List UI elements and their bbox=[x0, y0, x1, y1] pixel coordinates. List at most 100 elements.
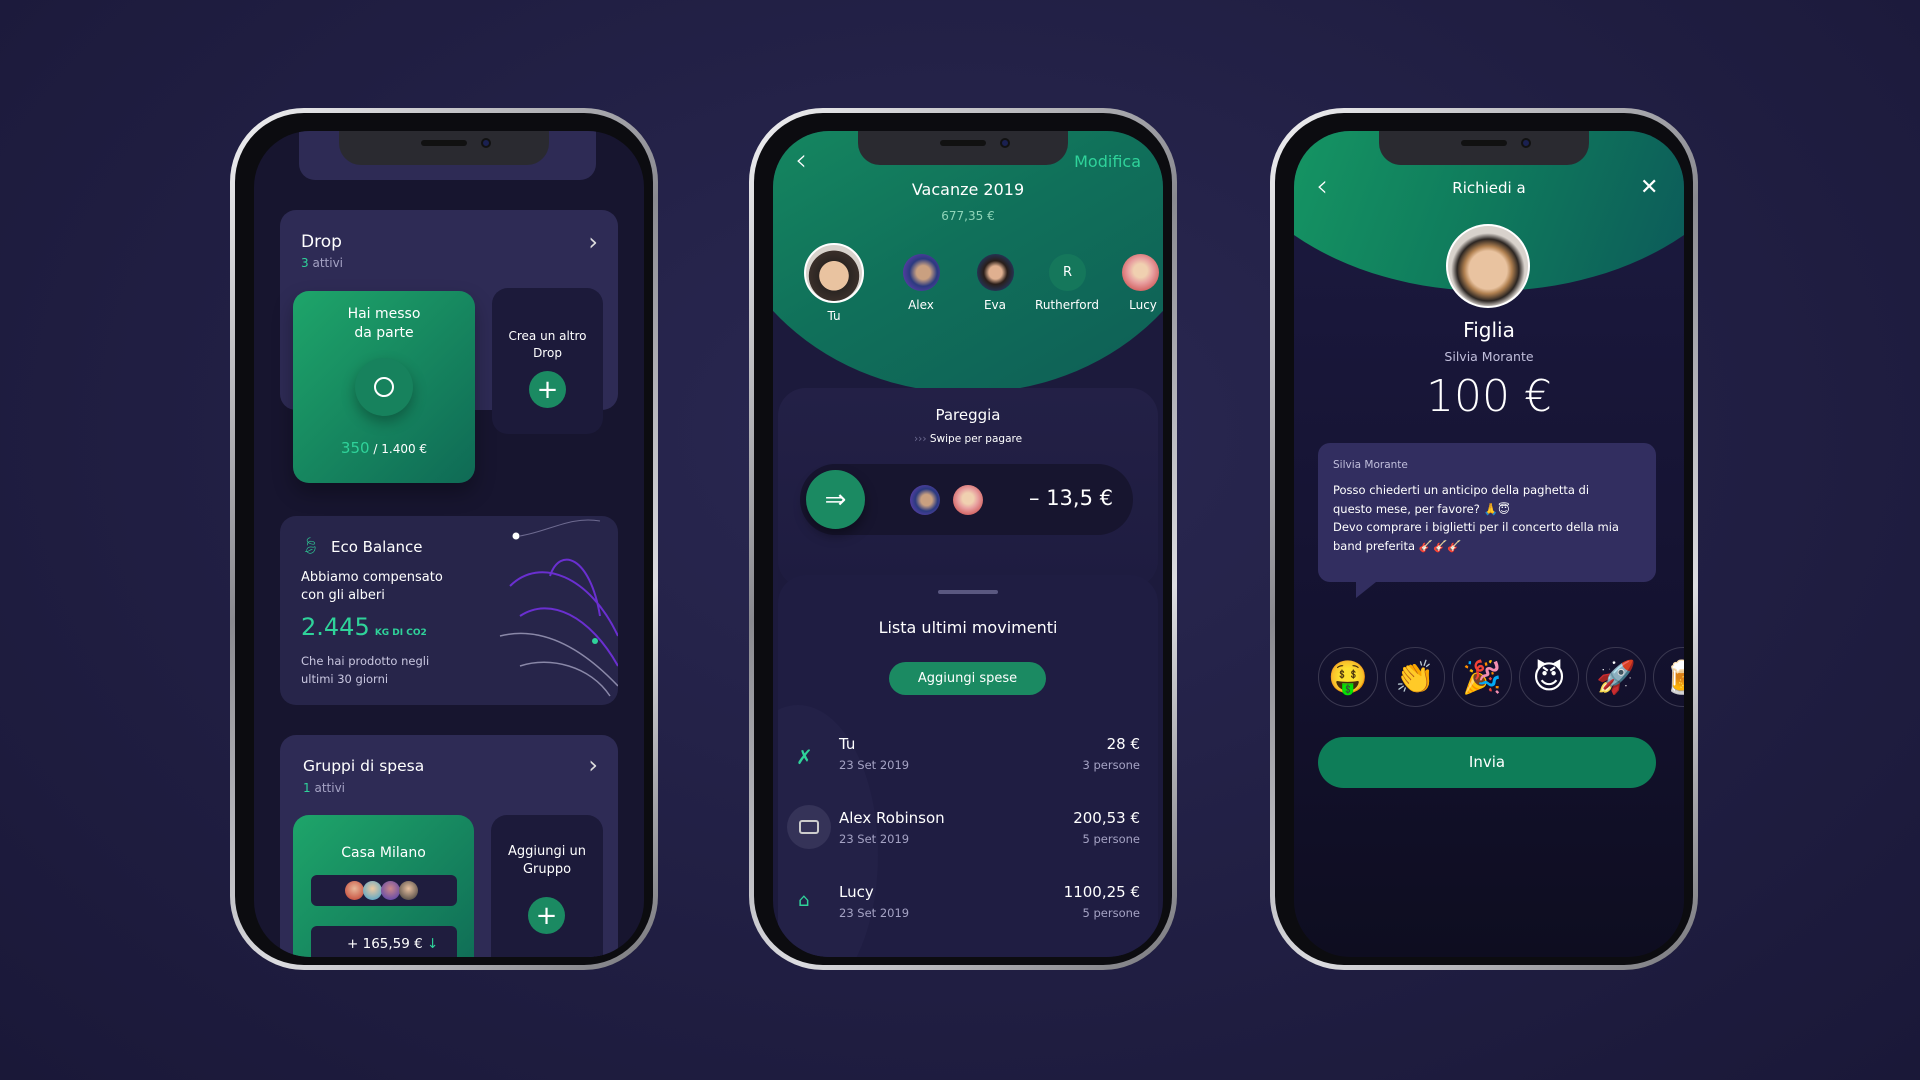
groups-count-label: attivi bbox=[314, 781, 346, 795]
add-group-card[interactable]: Aggiungi un Gruppo + bbox=[491, 815, 603, 957]
movement-people: 5 persone bbox=[1082, 906, 1140, 920]
card-icon bbox=[787, 805, 831, 849]
avatar-lucy[interactable] bbox=[1122, 254, 1159, 291]
avatar bbox=[363, 881, 382, 900]
group-card-casa-milano[interactable]: Casa Milano + 165,59 € ↓ bbox=[293, 815, 474, 957]
notch bbox=[858, 131, 1068, 165]
message-line: Posso chiederti un anticipo della paghet… bbox=[1333, 483, 1590, 497]
member-name: Rutherford bbox=[1035, 298, 1099, 312]
progress-ring-icon[interactable] bbox=[355, 358, 413, 416]
groups-count: 1 bbox=[303, 781, 311, 795]
avatar-rutherford[interactable]: R bbox=[1049, 254, 1086, 291]
movement-date: 23 Set 2019 bbox=[839, 758, 910, 772]
request-amount: 100 € bbox=[1426, 371, 1552, 422]
avatar-alex[interactable] bbox=[903, 254, 940, 291]
movement-name: Alex Robinson bbox=[839, 809, 945, 827]
leaf-icon: 🍃︎ bbox=[300, 536, 321, 555]
member-name: Tu bbox=[827, 309, 841, 323]
movement-amount: 200,53 € bbox=[1073, 809, 1140, 827]
add-group-line-1: Aggiungi un bbox=[508, 844, 586, 859]
drop-count: 3 bbox=[301, 256, 309, 270]
drag-handle[interactable] bbox=[938, 590, 998, 594]
reaction-devil[interactable]: 😈 bbox=[1519, 647, 1579, 707]
send-button[interactable]: Invia bbox=[1318, 737, 1656, 788]
message-line: questo mese, per favore? 🙏😇 bbox=[1333, 501, 1510, 516]
edit-button[interactable]: Modifica bbox=[1074, 152, 1141, 171]
groups-title: Gruppi di spesa bbox=[303, 757, 425, 775]
settle-title: Pareggia bbox=[935, 406, 1001, 424]
avatar bbox=[381, 881, 400, 900]
movement-amount: 1100,25 € bbox=[1063, 883, 1140, 901]
eco-foot-1: Che hai prodotto negli bbox=[301, 654, 430, 668]
chevron-right-icon[interactable]: › bbox=[588, 228, 598, 256]
settle-card: Pareggia ››› Swipe per pagare ⇒ – 13,5 € bbox=[778, 388, 1158, 588]
bubble-tail bbox=[1356, 582, 1376, 598]
group-members bbox=[311, 875, 457, 906]
create-line-2: Drop bbox=[533, 346, 562, 360]
recipient-name: Silvia Morante bbox=[1444, 349, 1534, 364]
plus-icon[interactable]: + bbox=[529, 371, 566, 408]
drop-title: Drop bbox=[301, 232, 342, 252]
saved-target: / 1.400 € bbox=[373, 442, 428, 456]
movement-name: Lucy bbox=[839, 883, 874, 901]
reaction-rocket[interactable]: 🚀 bbox=[1586, 647, 1646, 707]
avatar-alex bbox=[910, 485, 940, 515]
reaction-beer[interactable]: 🍺 bbox=[1653, 647, 1684, 707]
phone-home: Drop 3 attivi › Hai messo da parte 350 / … bbox=[230, 108, 658, 970]
movements-title: Lista ultimi movimenti bbox=[878, 618, 1058, 637]
eco-foot-2: ultimi 30 giorni bbox=[301, 672, 389, 686]
movement-people: 3 persone bbox=[1082, 758, 1140, 772]
phone-group-detail: ‹ Modifica Vacanze 2019 677,35 € Tu Alex… bbox=[749, 108, 1177, 970]
message-line: Devo comprare i biglietti per il concert… bbox=[1333, 520, 1619, 534]
reaction-money-face[interactable]: 🤑 bbox=[1318, 647, 1378, 707]
settle-hint: Swipe per pagare bbox=[929, 433, 1023, 445]
member-name: Alex bbox=[908, 298, 934, 312]
eco-value: 2.445 bbox=[301, 613, 370, 641]
notch bbox=[339, 131, 549, 165]
message-line: band preferita 🎸🎸🎸 bbox=[1333, 538, 1462, 553]
cutlery-icon: ✗ bbox=[796, 745, 813, 769]
close-icon[interactable]: ✕ bbox=[1640, 175, 1658, 200]
message-bubble: Silvia Morante Posso chiederti un antici… bbox=[1318, 443, 1656, 598]
reaction-clap[interactable]: 👏 bbox=[1385, 647, 1445, 707]
group-title: Vacanze 2019 bbox=[911, 180, 1025, 199]
swipe-to-pay-slider[interactable]: ⇒ – 13,5 € bbox=[800, 464, 1133, 535]
arrow-down-icon: ↓ bbox=[427, 936, 439, 952]
movement-name: Tu bbox=[839, 735, 856, 753]
back-chevron-icon[interactable]: ‹ bbox=[795, 143, 807, 178]
movements-sheet: Lista ultimi movimenti Aggiungi spese ✗ … bbox=[778, 575, 1158, 957]
avatar-tu[interactable] bbox=[804, 243, 864, 303]
eco-line-2: con gli alberi bbox=[301, 588, 385, 603]
group-total: 677,35 € bbox=[941, 209, 995, 223]
reaction-party[interactable]: 🎉 bbox=[1452, 647, 1512, 707]
avatar-eva[interactable] bbox=[977, 254, 1014, 291]
member-name: Eva bbox=[983, 298, 1007, 312]
create-drop-card[interactable]: Crea un altro Drop + bbox=[492, 288, 603, 434]
group-balance: + 165,59 € ↓ bbox=[311, 926, 457, 957]
home-icon: ⌂ bbox=[798, 890, 810, 911]
movement-people: 5 persone bbox=[1082, 832, 1140, 846]
arrow-right-icon[interactable]: ⇒ bbox=[806, 470, 865, 529]
avatar-silvia bbox=[1446, 224, 1530, 308]
saved-title-1: Hai messo bbox=[347, 306, 421, 322]
reaction-row: 🤑 👏 🎉 😈 🚀 🍺 bbox=[1318, 647, 1684, 707]
swipe-arrows-icon: ››› bbox=[913, 433, 927, 445]
add-expense-button[interactable]: Aggiungi spese bbox=[889, 662, 1046, 695]
saved-current: 350 bbox=[340, 439, 370, 457]
settle-amount: – 13,5 € bbox=[1029, 486, 1113, 510]
create-line-1: Crea un altro bbox=[508, 329, 587, 343]
member-name: Lucy bbox=[1129, 298, 1157, 312]
saved-title-2: da parte bbox=[354, 325, 414, 341]
eco-line-1: Abbiamo compensato bbox=[301, 570, 443, 585]
drop-count-label: attivi bbox=[312, 256, 344, 270]
movement-date: 23 Set 2019 bbox=[839, 832, 910, 846]
request-title: Richiedi a bbox=[1452, 179, 1526, 197]
group-amount: + 165,59 € bbox=[347, 936, 423, 952]
message-sender: Silvia Morante bbox=[1333, 459, 1408, 471]
chevron-right-icon[interactable]: › bbox=[588, 751, 598, 779]
saved-card[interactable]: Hai messo da parte 350 / 1.400 € bbox=[293, 291, 475, 483]
avatar bbox=[345, 881, 364, 900]
plus-icon[interactable]: + bbox=[528, 897, 565, 934]
avatar-lucy bbox=[953, 485, 983, 515]
eco-balance-card[interactable]: 🍃︎ Eco Balance Abbiamo compensato con gli… bbox=[280, 516, 618, 705]
